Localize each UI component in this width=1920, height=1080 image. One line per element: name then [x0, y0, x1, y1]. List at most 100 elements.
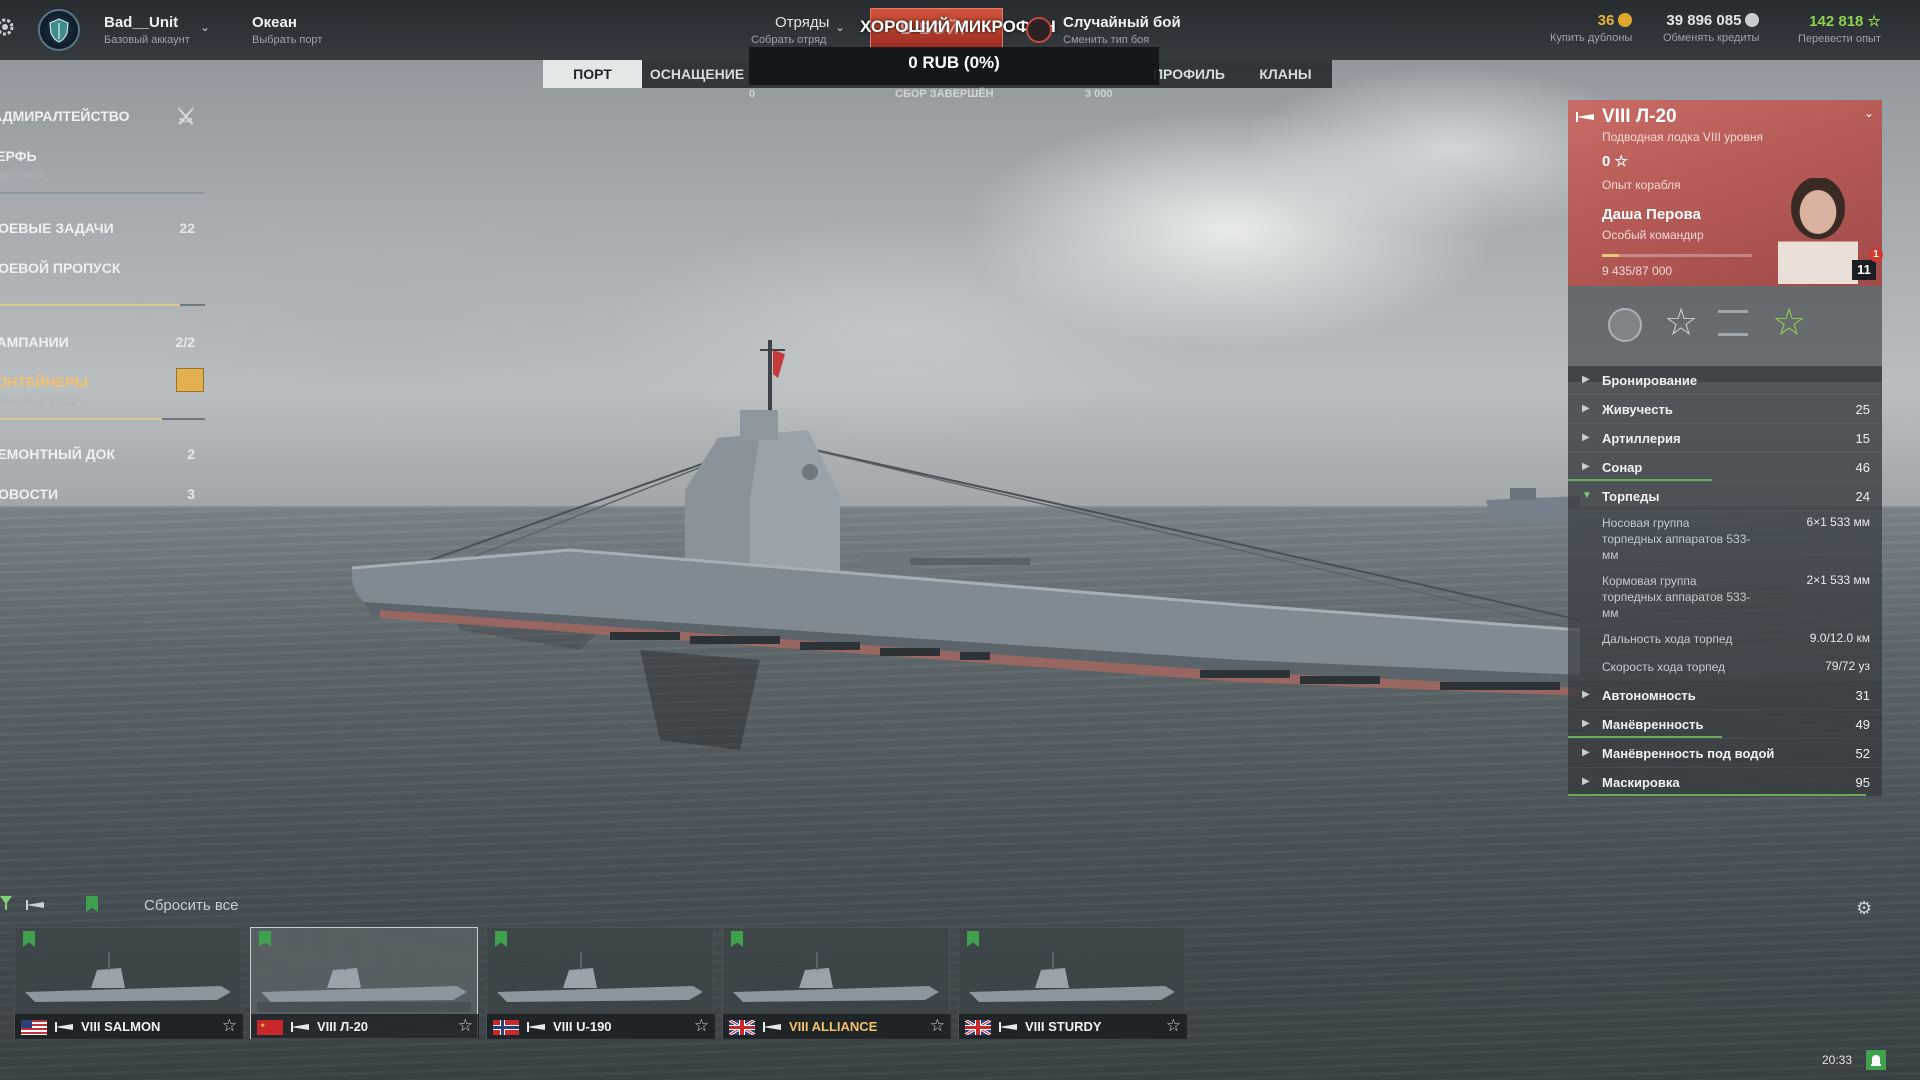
favorite-star-icon[interactable]: ☆	[1166, 1016, 1181, 1036]
stat-row[interactable]: ▶ Бронирование	[1568, 366, 1882, 395]
bookmark-icon[interactable]	[495, 931, 507, 947]
containers-sub-value: 2 012	[48, 396, 77, 408]
account-chevron-down-icon[interactable]: ⌄	[200, 20, 210, 34]
stat-row[interactable]: ▼ Торпеды 24	[1568, 482, 1882, 511]
bookmark-icon[interactable]	[731, 931, 743, 947]
submarine-model[interactable]	[340, 330, 1580, 760]
favorite-star-icon[interactable]: ☆	[458, 1016, 473, 1036]
favorite-star-icon[interactable]: ☆	[930, 1016, 945, 1036]
ship-card[interactable]: ★ VIII Л-20 ☆	[250, 927, 479, 1039]
ship-card[interactable]: VIII STURDY ☆	[958, 927, 1187, 1039]
ship-card[interactable]: VIII U-190 ☆	[486, 927, 715, 1039]
account-name[interactable]: Bad__Unit	[104, 14, 178, 31]
drydock-count: 2	[187, 446, 195, 462]
menu-admiralty[interactable]: АДМИРАЛТЕЙСТВО ⚔	[0, 104, 205, 129]
convert-xp-link[interactable]: Перевести опыт	[1798, 33, 1881, 45]
stat-row[interactable]: ▶ Манёвренность 49	[1568, 710, 1882, 739]
credits-block[interactable]: 39 896 085 Обменять кредиты	[1663, 12, 1760, 44]
commander-portrait[interactable]	[1778, 178, 1858, 284]
menu-combat-missions-label: БОЕВЫЕ ЗАДАЧИ	[0, 220, 114, 236]
ship-card-name: VIII Л-20	[317, 1019, 369, 1034]
signals-slot-icon[interactable]	[1718, 310, 1748, 336]
expand-down-icon[interactable]: ▼	[1582, 490, 1592, 501]
expand-right-icon[interactable]: ▶	[1582, 689, 1590, 700]
stat-name: Маскировка	[1602, 775, 1680, 790]
random-battle-icon[interactable]	[1026, 17, 1052, 43]
stat-row[interactable]: ▶ Маскировка 95	[1568, 768, 1882, 797]
squad-hint: Собрать отряд	[751, 34, 827, 46]
expand-right-icon[interactable]: ▶	[1582, 718, 1590, 729]
bookmark-icon[interactable]	[23, 931, 35, 947]
stat-row[interactable]: ▶ Автономность 31	[1568, 681, 1882, 710]
bookmark-icon[interactable]	[967, 931, 979, 947]
expand-right-icon[interactable]: ▶	[1582, 432, 1590, 443]
stat-name: Сонар	[1602, 460, 1643, 475]
nation-flag-icon	[21, 1020, 47, 1035]
menu-news[interactable]: НОВОСТИ 3	[0, 486, 205, 502]
buy-doubloons-link[interactable]: Купить дублоны	[1550, 32, 1632, 44]
favorite-star-icon[interactable]: ☆	[694, 1016, 709, 1036]
ship-card-footer: VIII SALMON ☆	[15, 1014, 243, 1039]
commander-type: Особый командир	[1602, 228, 1704, 242]
ship-info-panel: VIII Л-20 ⌄ Подводная лодка VIII уровня …	[1566, 98, 1886, 798]
donation-amount: 0 RUB (0%)	[908, 53, 1000, 72]
menu-combat-missions[interactable]: БОЕВЫЕ ЗАДАЧИ 22	[0, 220, 205, 236]
expand-right-icon[interactable]: ▶	[1582, 374, 1590, 385]
ship-xp-star-icon: ☆	[1614, 153, 1628, 170]
account-emblem-icon[interactable]	[38, 9, 80, 51]
ship-thumbnail	[729, 952, 943, 1012]
expand-right-icon[interactable]: ▶	[1582, 403, 1590, 414]
stat-row[interactable]: ▶ Манёвренность под водой 52	[1568, 739, 1882, 768]
favorite-star-icon[interactable]: ☆	[222, 1016, 237, 1036]
commander-xp-fill	[1602, 254, 1619, 257]
torpedo-detail-row: Кормовая группа торпедных аппаратов 533-…	[1568, 569, 1882, 627]
menu-containers[interactable]: КОНТЕЙНЕРЫ Нужно ещё 2 012 ☆	[0, 368, 205, 408]
stat-bar	[1568, 736, 1722, 738]
menu-drydock[interactable]: РЕМОНТНЫЙ ДОК 2	[0, 446, 205, 462]
tab-port[interactable]: ПОРТ	[543, 60, 642, 88]
ship-card-name: VIII STURDY	[1025, 1019, 1102, 1034]
expand-right-icon[interactable]: ▶	[1582, 461, 1590, 472]
donation-progress-row: 0 СБОР ЗАВЕРШЁН 3 000	[749, 88, 1159, 102]
elite-star-icon[interactable]: ☆	[1772, 300, 1806, 345]
expand-right-icon[interactable]: ▶	[1582, 776, 1590, 787]
nation-flag-icon	[964, 1018, 992, 1037]
tab-clans[interactable]: КЛАНЫ	[1239, 60, 1332, 88]
stat-name: Торпеды	[1602, 489, 1660, 504]
ship-card-footer: ★ VIII Л-20 ☆	[251, 1014, 479, 1039]
stat-row[interactable]: ▶ Артиллерия 15	[1568, 424, 1882, 453]
camouflage-slot-icon[interactable]	[1608, 308, 1642, 342]
filter-bookmark-icon[interactable]	[86, 896, 98, 912]
settings-gear-icon[interactable]	[0, 16, 16, 38]
free-xp-value: 142 818	[1809, 13, 1864, 30]
squad-button[interactable]: Отряды	[775, 14, 829, 31]
notification-bell-icon[interactable]	[1866, 1050, 1886, 1070]
menu-battle-pass[interactable]: БОЕВОЙ ПРОПУСК До 3-го уровня: 1 ◇	[0, 260, 205, 294]
commander-name[interactable]: Даша Перова	[1602, 206, 1701, 223]
menu-campaigns[interactable]: КАМПАНИИ 2/2	[0, 334, 205, 350]
squad-chevron-down-icon[interactable]: ⌄	[835, 20, 845, 34]
stat-name: Манёвренность	[1602, 717, 1704, 732]
menu-shipyard-label: ВЕРФЬ	[0, 148, 37, 164]
exchange-credits-link[interactable]: Обменять кредиты	[1663, 32, 1759, 44]
stat-row[interactable]: ▶ Живучесть 25	[1568, 395, 1882, 424]
rating-star-icon[interactable]: ☆	[1664, 300, 1698, 345]
filter-submarine-icon[interactable]	[26, 898, 44, 912]
free-xp-block[interactable]: 142 818 ☆ Перевести опыт	[1798, 12, 1881, 45]
tab-armament[interactable]: ОСНАЩЕНИЕ	[642, 60, 752, 88]
menu-shipyard[interactable]: ВЕРФЬ Подготовка	[0, 148, 205, 181]
doubloons-block[interactable]: 36 Купить дублоны	[1550, 12, 1633, 44]
ship-thumbnail	[493, 952, 707, 1012]
expand-right-icon[interactable]: ▶	[1582, 747, 1590, 758]
reset-filters-button[interactable]: Сбросить все	[144, 897, 238, 914]
battle-type-selector[interactable]: Случайный бой	[1063, 14, 1181, 31]
ship-card[interactable]: VIII ALLIANCE ☆	[722, 927, 951, 1039]
bookmark-icon[interactable]	[259, 931, 271, 947]
carousel-settings-gear-icon[interactable]: ⚙	[1856, 898, 1872, 919]
collapse-chevron-icon[interactable]: ⌄	[1864, 106, 1874, 120]
stat-row[interactable]: ▶ Сонар 46	[1568, 453, 1882, 482]
filter-funnel-icon[interactable]	[0, 896, 12, 912]
stat-name: Бронирование	[1602, 373, 1698, 388]
ship-card[interactable]: VIII SALMON ☆	[14, 927, 243, 1039]
port-selector[interactable]: Океан	[252, 14, 297, 31]
